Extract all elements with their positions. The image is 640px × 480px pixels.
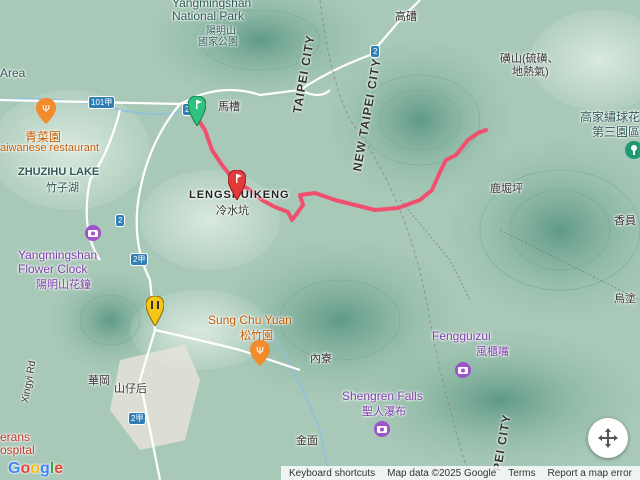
restaurant-icon[interactable]: Ψ — [250, 340, 270, 371]
route-shield-2jia: 2甲 — [128, 412, 147, 425]
route-shield-2jia-north: 2甲 — [130, 253, 149, 266]
lujueping-label: 鹿堀坪 — [490, 183, 523, 195]
route-shield-2-east: 2 — [370, 45, 381, 58]
end-marker-icon[interactable] — [227, 169, 247, 205]
waypoint-marker-icon[interactable] — [145, 295, 165, 331]
shengren-falls-label: Shengren Falls — [342, 389, 423, 403]
zhuzihu-zh: 竹子湖 — [46, 182, 79, 194]
flower-clock-label: Yangmingshan — [18, 248, 98, 262]
songzhuyuan-label: Sung Chu Yuan — [208, 313, 292, 327]
svg-text:Ψ: Ψ — [42, 104, 50, 115]
move-control-icon[interactable] — [588, 418, 628, 458]
gaoliao-label: 高𥕢 — [395, 11, 417, 23]
neiliao-label: 內寮 — [310, 353, 332, 365]
fengguizui-label: Fengguizui — [432, 329, 491, 343]
wudu-label: 烏塗 — [614, 293, 636, 305]
flower-clock-label-2: Flower Clock — [18, 262, 88, 276]
camera-icon[interactable] — [454, 361, 472, 384]
camera-icon[interactable] — [84, 224, 102, 247]
huangshan-label-2: 地熱氣) — [512, 66, 549, 78]
route-shield-101: 101甲 — [88, 96, 116, 109]
hospital-label: erans — [0, 430, 31, 444]
jinmian-label: 金面 — [296, 435, 318, 447]
map-data-text: Map data ©2025 Google — [387, 467, 497, 479]
camera-icon[interactable] — [373, 420, 391, 443]
hospital-label-2: ospital — [0, 443, 35, 457]
yangmingshan-np-zh-2: 國家公園 — [198, 37, 238, 48]
qingcaiyuan-desc: aiwanese restaurant — [0, 142, 100, 154]
xiangyi-label: 香員 — [614, 215, 636, 227]
svg-text:Ψ: Ψ — [256, 346, 264, 357]
flower-clock-zh: 陽明山花鐘 — [36, 279, 91, 291]
gaojia-label-2: 第三園區202 — [592, 125, 640, 139]
route-shield-2: 2 — [115, 214, 126, 227]
area-label: Area — [0, 66, 26, 80]
shanzaihou-label: 山仔后 — [114, 383, 147, 395]
restaurant-icon[interactable]: Ψ — [36, 98, 56, 129]
shengren-falls-zh: 聖人瀑布 — [362, 406, 406, 418]
terms-link[interactable]: Terms — [508, 468, 535, 479]
yangmingshan-np-label-2: National Park — [172, 9, 245, 23]
google-logo: Google — [8, 460, 64, 477]
attribution-bar: Keyboard shortcuts Map data ©2025 Google… — [280, 466, 640, 480]
macao-label: 馬槽 — [218, 101, 240, 113]
park-icon[interactable] — [624, 140, 640, 165]
fengguizui-zh: 風櫃嘴 — [476, 346, 509, 358]
report-error-link[interactable]: Report a map error — [548, 468, 632, 479]
start-marker-icon[interactable] — [187, 95, 207, 131]
huagang-label: 華岡 — [88, 375, 110, 387]
zhuzihu-label: ZHUZIHU LAKE — [18, 166, 100, 178]
keyboard-shortcuts-link[interactable]: Keyboard shortcuts — [289, 468, 375, 479]
